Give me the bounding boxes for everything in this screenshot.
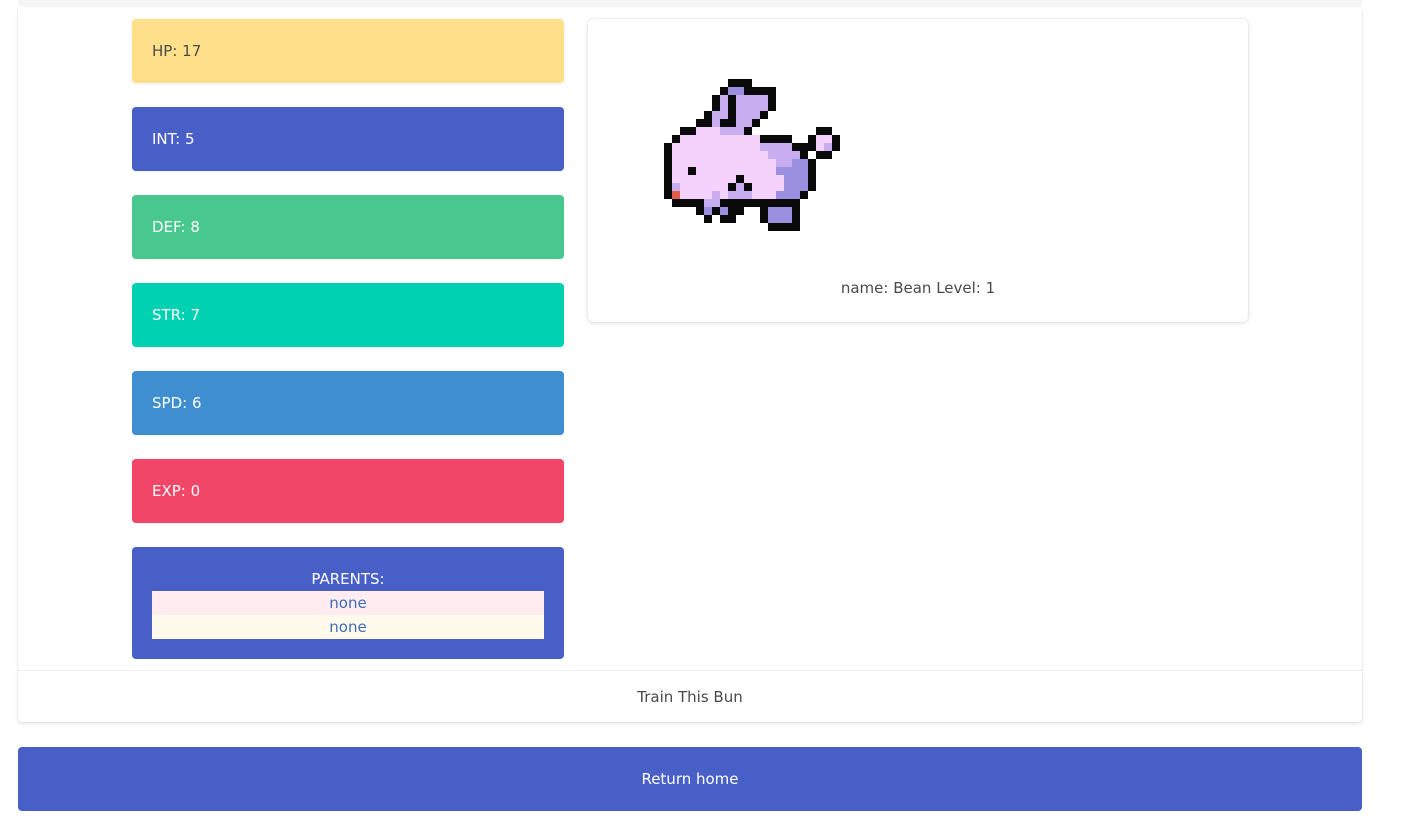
stat-def: DEF: 8 (132, 195, 564, 259)
return-home-button[interactable]: Return home (18, 747, 1362, 811)
pixel-bunny-icon (664, 79, 840, 231)
stat-spd: SPD: 6 (132, 371, 564, 435)
parents-panel: PARENTS: none none (132, 547, 564, 659)
stat-exp: EXP: 0 (132, 459, 564, 523)
stat-str: STR: 7 (132, 283, 564, 347)
stat-spd-label: SPD: 6 (152, 394, 202, 412)
train-bun-label: Train This Bun (637, 687, 743, 706)
bun-caption: name: Bean Level: 1 (840, 279, 996, 297)
stat-hp: HP: 17 (132, 19, 564, 83)
stat-int-label: INT: 5 (152, 130, 195, 148)
stat-str-label: STR: 7 (152, 306, 201, 324)
parent-row-2[interactable]: none (152, 615, 544, 639)
stat-hp-label: HP: 17 (152, 42, 202, 60)
stat-exp-label: EXP: 0 (152, 482, 201, 500)
stat-int: INT: 5 (132, 107, 564, 171)
stat-def-label: DEF: 8 (152, 218, 200, 236)
parent-row-1[interactable]: none (152, 591, 544, 615)
train-bun-button[interactable]: Train This Bun (18, 671, 1362, 722)
top-strip (18, 0, 1362, 6)
return-home-label: Return home (641, 770, 739, 788)
parents-title: PARENTS: (311, 570, 385, 588)
